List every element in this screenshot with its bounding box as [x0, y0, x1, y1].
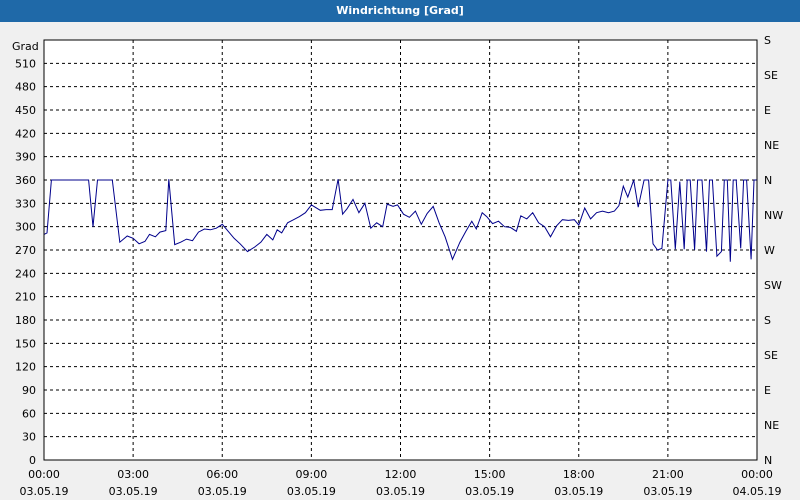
- x-tick-date: 03.05.19: [109, 485, 158, 498]
- compass-tick-label: NW: [764, 209, 783, 222]
- x-tick-date: 03.05.19: [20, 485, 69, 498]
- y-tick-label: 390: [15, 151, 36, 164]
- compass-tick-label: SE: [764, 69, 778, 82]
- compass-tick-label: S: [764, 314, 771, 327]
- x-tick-time: 03:00: [117, 468, 149, 481]
- y-tick-label: 360: [15, 174, 36, 187]
- x-tick-time: 06:00: [206, 468, 238, 481]
- x-tick-date: 03.05.19: [554, 485, 603, 498]
- y-tick-label: 300: [15, 221, 36, 234]
- compass-tick-label: N: [764, 174, 772, 187]
- y-tick-label: 420: [15, 127, 36, 140]
- y-tick-label: 60: [22, 407, 36, 420]
- x-tick-date: 03.05.19: [287, 485, 336, 498]
- right-axis: N NE E SE S SW W NW N NE E SE S: [764, 34, 783, 467]
- compass-tick-label: E: [764, 384, 771, 397]
- x-tick-time: 15:00: [474, 468, 506, 481]
- compass-tick-label: N: [764, 454, 772, 467]
- y-tick-label: 150: [15, 337, 36, 350]
- x-tick-time: 00:00: [741, 468, 773, 481]
- compass-tick-label: NE: [764, 419, 779, 432]
- y-tick-label: 120: [15, 361, 36, 374]
- compass-tick-label: SW: [764, 279, 782, 292]
- compass-tick-label: W: [764, 244, 775, 257]
- y-tick-label: 0: [29, 454, 36, 467]
- compass-tick-label: SE: [764, 349, 778, 362]
- x-tick-time: 21:00: [652, 468, 684, 481]
- y-tick-label: 210: [15, 291, 36, 304]
- x-tick-time: 18:00: [563, 468, 595, 481]
- compass-tick-label: E: [764, 104, 771, 117]
- window-title: Windrichtung [Grad]: [0, 0, 800, 22]
- y-tick-label: 180: [15, 314, 36, 327]
- y-tick-label: 330: [15, 197, 36, 210]
- x-tick-time: 09:00: [296, 468, 328, 481]
- x-tick-time: 12:00: [385, 468, 417, 481]
- x-tick-date: 03.05.19: [198, 485, 247, 498]
- y-tick-label: 30: [22, 431, 36, 444]
- y-tick-label: 240: [15, 267, 36, 280]
- x-tick-date: 03.05.19: [465, 485, 514, 498]
- x-axis: 00:00 03.05.19 03:00 03.05.19 06:00 03.05.19 0…: [20, 468, 782, 498]
- left-axis: 0 30 60 90 120 150 180 210 240 270 300 330 360 390 420…: [15, 57, 36, 467]
- y-tick-label: 90: [22, 384, 36, 397]
- x-tick-date: 03.05.19: [376, 485, 425, 498]
- x-tick-date: 04.05.19: [733, 485, 782, 498]
- compass-tick-label: NE: [764, 139, 779, 152]
- y-axis-label: Grad: [12, 40, 39, 53]
- x-tick-date: 03.05.19: [643, 485, 692, 498]
- wind-direction-chart: 0 30 60 90 120 150 180 210 240 270 300 330 360 390 420…: [12, 34, 783, 498]
- x-tick-time: 00:00: [28, 468, 60, 481]
- y-tick-label: 270: [15, 244, 36, 257]
- y-tick-label: 480: [15, 81, 36, 94]
- chart-window: Windrichtung [Grad] 0 30 60 90 120 150 180 210 2…: [0, 0, 800, 500]
- y-tick-label: 510: [15, 57, 36, 70]
- compass-tick-label: S: [764, 34, 771, 47]
- y-tick-label: 450: [15, 104, 36, 117]
